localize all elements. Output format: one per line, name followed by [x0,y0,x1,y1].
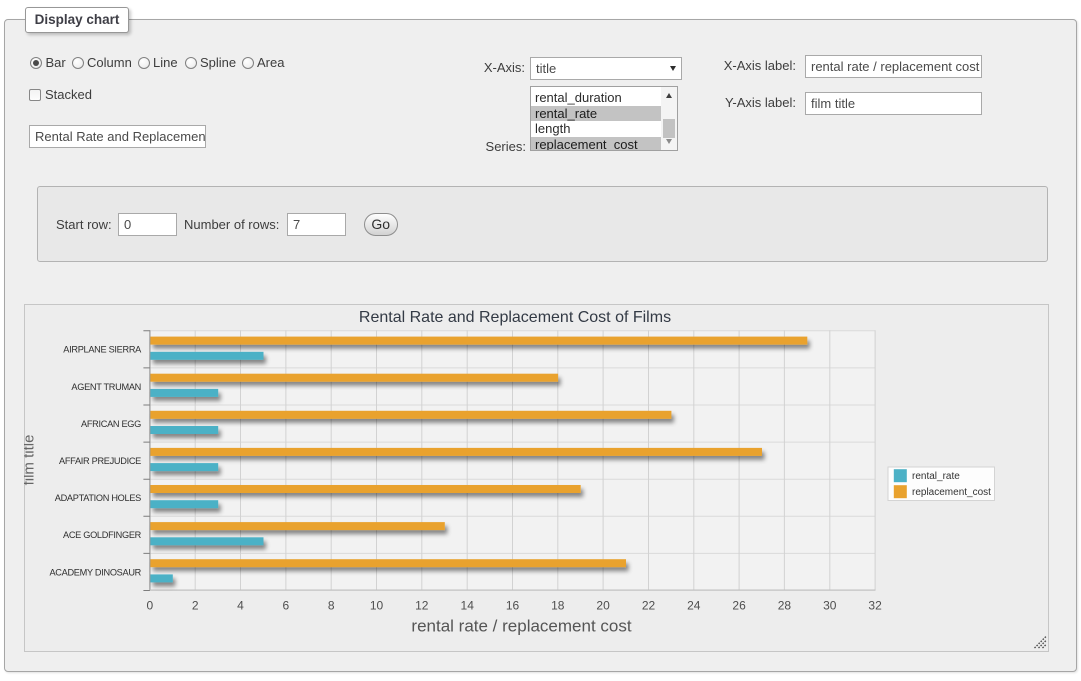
svg-text:ACADEMY DINOSAUR: ACADEMY DINOSAUR [49,567,141,577]
svg-text:16: 16 [506,599,520,613]
svg-text:28: 28 [778,599,792,613]
svg-text:22: 22 [642,599,656,613]
svg-text:30: 30 [823,599,837,613]
svg-text:18: 18 [551,599,565,613]
svg-text:20: 20 [596,599,610,613]
svg-text:rental rate / replacement cost: rental rate / replacement cost [411,617,631,636]
svg-text:2: 2 [192,599,199,613]
svg-text:8: 8 [328,599,335,613]
svg-text:AGENT TRUMAN: AGENT TRUMAN [71,382,141,392]
svg-text:ADAPTATION HOLES: ADAPTATION HOLES [55,493,141,503]
svg-text:rental_rate: rental_rate [912,471,960,482]
svg-text:film title: film title [24,435,37,486]
svg-text:24: 24 [687,599,701,613]
svg-text:AFFAIR PREJUDICE: AFFAIR PREJUDICE [59,456,141,466]
svg-text:12: 12 [415,599,429,613]
svg-text:10: 10 [370,599,384,613]
svg-text:32: 32 [868,599,882,613]
svg-text:14: 14 [461,599,475,613]
svg-text:Rental Rate and Replacement Co: Rental Rate and Replacement Cost of Film… [359,309,671,326]
svg-text:AIRPLANE SIERRA: AIRPLANE SIERRA [63,345,142,355]
svg-text:AFRICAN EGG: AFRICAN EGG [81,419,141,429]
svg-text:0: 0 [147,599,154,613]
svg-text:4: 4 [237,599,244,613]
svg-text:6: 6 [283,599,290,613]
svg-text:26: 26 [732,599,746,613]
svg-text:replacement_cost: replacement_cost [912,487,991,498]
svg-text:ACE GOLDFINGER: ACE GOLDFINGER [63,530,142,540]
